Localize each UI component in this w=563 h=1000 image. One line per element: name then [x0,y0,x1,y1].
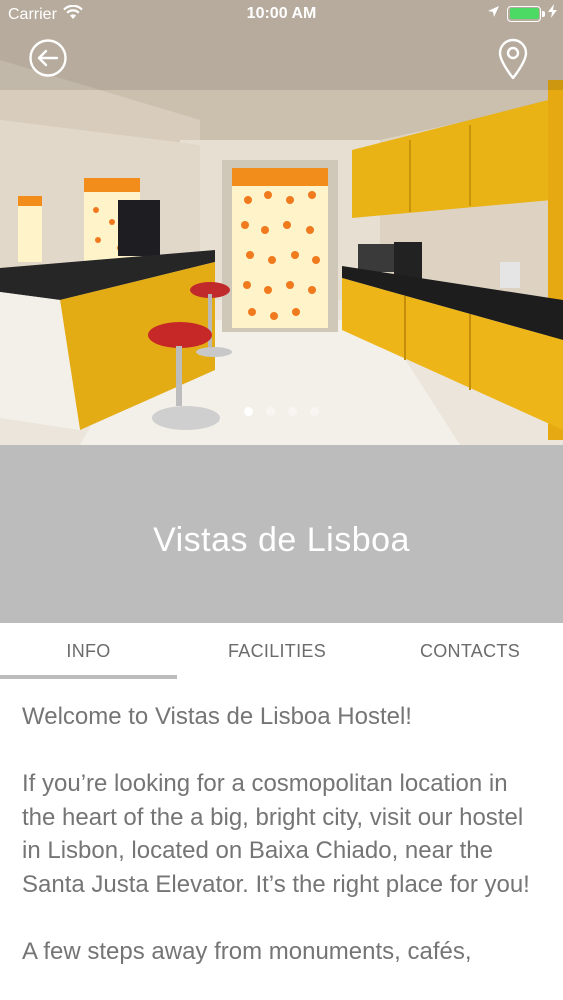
info-paragraph: A few steps away from monuments, cafés, [22,937,472,965]
status-time: 10:00 AM [246,5,317,22]
battery-level [509,8,539,19]
arrow-left-circle-icon [29,39,67,77]
hostel-title: Vistas de Lisboa [153,520,410,559]
info-paragraph: If you’re looking for a cosmopolitan loc… [22,770,530,898]
kitchen-photo [0,0,563,445]
status-right [487,4,557,23]
hero-photo[interactable]: Carrier 10:00 AM [0,0,563,445]
carousel-dot-2[interactable] [266,407,275,416]
location-arrow-icon [487,5,500,23]
tab-bar: INFO FACILITIES CONTACTS [0,623,563,679]
carousel-dot-4[interactable] [310,407,319,416]
carousel-dot-1[interactable] [244,407,253,416]
tab-facilities[interactable]: FACILITIES [177,623,377,679]
back-button[interactable] [28,38,68,78]
carousel-dot-3[interactable] [288,407,297,416]
battery-icon [507,5,545,22]
active-tab-indicator [0,675,177,679]
tab-contacts[interactable]: CONTACTS [377,623,563,679]
status-bar: Carrier 10:00 AM [0,0,563,30]
title-band: Vistas de Lisboa [0,445,563,623]
map-location-button[interactable] [497,38,529,80]
tab-info[interactable]: INFO [0,623,177,679]
map-pin-icon [498,38,528,80]
carousel-page-indicator[interactable] [0,407,563,416]
bolt-icon [548,4,557,23]
info-content: Welcome to Vistas de Lisboa Hostel! If y… [22,700,542,1000]
battery-tip [542,10,545,17]
info-paragraph: Welcome to Vistas de Lisboa Hostel! [22,703,412,730]
